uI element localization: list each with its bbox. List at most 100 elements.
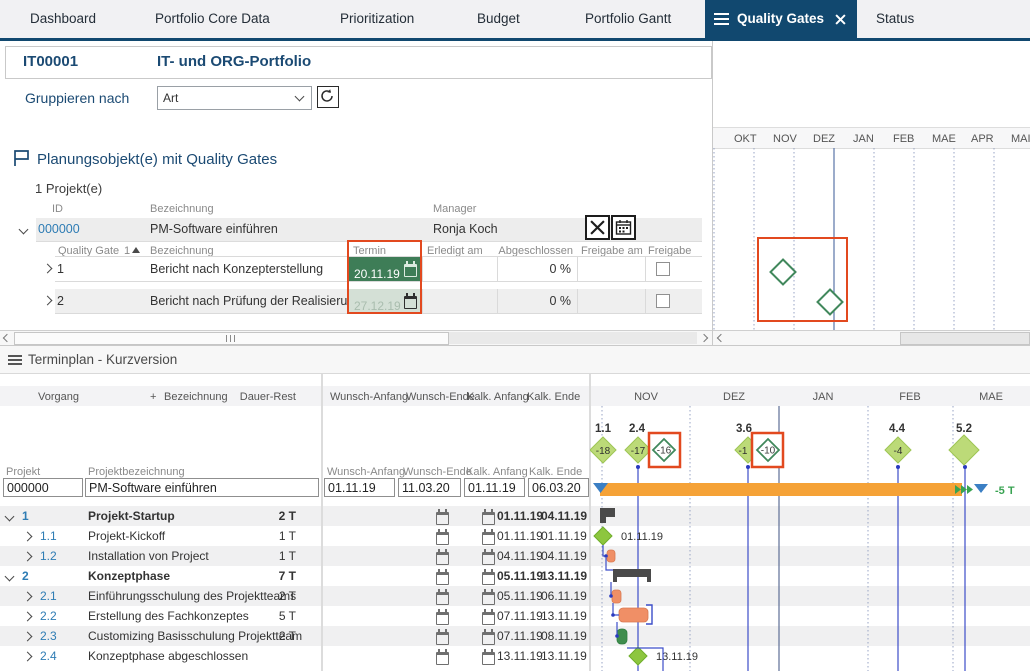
calendar-icon[interactable] (436, 529, 449, 545)
calendar-icon[interactable] (436, 569, 449, 585)
col-header-kalk-anfang[interactable]: Kalk. Anfang (467, 391, 529, 403)
task-row[interactable]: 1 Projekt-Startup 2 T 01.11.19 04.11.19 (0, 506, 588, 526)
task-row[interactable]: 2.1 Einführungsschulung des Projektteams… (0, 586, 588, 606)
scroll-left-icon[interactable] (716, 333, 726, 343)
kalk-ende-input[interactable] (528, 478, 589, 497)
wunsch-anfang-input[interactable] (324, 478, 395, 497)
scrollbar-track[interactable] (447, 332, 697, 344)
calendar-icon[interactable] (436, 589, 449, 605)
task-bar[interactable] (611, 589, 622, 604)
task-nr[interactable]: 2 (22, 566, 29, 586)
task-nr[interactable]: 2.2 (40, 606, 57, 626)
calendar-icon[interactable] (436, 609, 449, 625)
expand-icon[interactable] (22, 631, 33, 642)
task-nr[interactable]: 1.2 (40, 546, 57, 566)
menu-icon[interactable] (714, 13, 729, 25)
expand-icon[interactable] (42, 295, 53, 306)
task-row[interactable]: 2.4 Konzeptphase abgeschlossen 13.11.19 … (0, 646, 588, 666)
phase-summary-bar[interactable] (613, 569, 651, 582)
calendar-icon[interactable] (482, 589, 495, 605)
task-row[interactable]: 1.1 Projekt-Kickoff 1 T 01.11.19 01.11.1… (0, 526, 588, 546)
tab-portfolio-gantt[interactable]: Portfolio Gantt (585, 0, 671, 38)
calendar-icon[interactable] (436, 629, 449, 645)
calendar-icon[interactable] (482, 649, 495, 665)
menu-icon[interactable] (8, 355, 22, 365)
wunsch-ende-input[interactable] (398, 478, 461, 497)
gate-name: Bericht nach Konzepterstellung (150, 262, 324, 276)
task-bar[interactable] (606, 549, 616, 563)
task-nr[interactable]: 1 (22, 506, 29, 526)
scrollbar-thumb[interactable] (14, 332, 449, 345)
collapse-icon[interactable] (18, 224, 29, 235)
tab-budget[interactable]: Budget (477, 0, 520, 38)
task-bar[interactable] (618, 607, 649, 623)
scroll-left-icon[interactable] (2, 333, 12, 343)
tab-prioritization[interactable]: Prioritization (340, 0, 414, 38)
group-by-select[interactable]: Art (157, 86, 312, 110)
gate-highlight-box (757, 237, 848, 322)
phase-done-milestone-diamond[interactable] (628, 646, 648, 666)
task-kalk-anfang: 04.11.19 (497, 549, 543, 563)
calendar-icon[interactable] (436, 649, 449, 665)
delete-button[interactable] (585, 215, 610, 240)
task-nr[interactable]: 2.3 (40, 626, 57, 646)
freigabe-checkbox[interactable] (656, 294, 670, 308)
task-nr[interactable]: 2.1 (40, 586, 57, 606)
tab-quality-gates-active[interactable]: Quality Gates (705, 0, 857, 41)
calendar-icon[interactable] (482, 569, 495, 585)
task-row[interactable]: 1.2 Installation von Project 1 T 04.11.1… (0, 546, 588, 566)
freigabe-checkbox[interactable] (656, 262, 670, 276)
project-manager: Ronja Koch (433, 222, 498, 236)
project-name-input[interactable] (85, 478, 319, 497)
project-id-input[interactable] (3, 478, 83, 497)
project-summary-bar[interactable] (600, 483, 962, 496)
tab-status[interactable]: Status (876, 0, 914, 38)
refresh-button[interactable] (317, 86, 339, 108)
project-id[interactable]: 000000 (38, 218, 80, 241)
month-label: MAE (979, 391, 1003, 403)
calendar-icon[interactable] (482, 529, 495, 545)
scrollbar-thumb[interactable] (900, 332, 1030, 345)
expand-icon[interactable] (22, 531, 33, 542)
task-row[interactable]: 2.3 Customizing Basisschulung Projekttea… (0, 626, 588, 646)
task-nr[interactable]: 1.1 (40, 526, 57, 546)
col-header-bezeichnung[interactable]: Bezeichnung (164, 391, 228, 403)
expand-icon[interactable] (22, 551, 33, 562)
col-header-wunsch-anfang[interactable]: Wunsch-Anfang (330, 391, 408, 403)
kalk-anfang-input[interactable] (464, 478, 525, 497)
task-row[interactable]: 2 Konzeptphase 7 T 05.11.19 13.11.19 (0, 566, 588, 586)
task-row[interactable]: 2.2 Erstellung des Fachkonzeptes 5 T 07.… (0, 606, 588, 626)
task-kalk-ende: 06.11.19 (541, 589, 587, 603)
close-tab-icon[interactable] (835, 14, 846, 25)
calendar-button[interactable] (611, 215, 636, 240)
calendar-icon[interactable] (482, 629, 495, 645)
calendar-icon[interactable] (482, 609, 495, 625)
phase-start-flag[interactable] (600, 508, 615, 523)
col-header-manager: Manager (433, 203, 477, 215)
calendar-icon[interactable] (482, 509, 495, 525)
calendar-icon[interactable] (436, 509, 449, 525)
col-header-wunsch-ende[interactable]: Wunsch-Ende (406, 391, 475, 403)
tab-portfolio-core-data[interactable]: Portfolio Core Data (155, 0, 270, 38)
collapse-icon[interactable] (4, 571, 15, 582)
calendar-icon[interactable] (436, 549, 449, 565)
col-header-kalk-ende[interactable]: Kalk. Ende (527, 391, 580, 403)
phase-done-date-label: 13.11.19 (656, 651, 698, 663)
expand-icon[interactable] (22, 651, 33, 662)
expand-icon[interactable] (22, 591, 33, 602)
task-kalk-anfang: 01.11.19 (497, 529, 543, 543)
tab-dashboard[interactable]: Dashboard (30, 0, 96, 38)
expand-icon[interactable] (22, 611, 33, 622)
gantt-canvas: NOV DEZ JAN FEB MAE -5 T 01.11.19 13.11.… (590, 391, 1015, 671)
add-task-button[interactable]: + (150, 391, 156, 403)
flag-icon (14, 150, 29, 166)
collapse-icon[interactable] (4, 511, 15, 522)
col-header-dauer-rest[interactable]: Dauer-Rest (230, 391, 296, 403)
expand-icon[interactable] (42, 263, 53, 274)
calendar-icon[interactable] (482, 549, 495, 565)
kickoff-milestone-diamond[interactable] (593, 526, 613, 546)
task-nr[interactable]: 2.4 (40, 646, 57, 666)
col-header-vorgang[interactable]: Vorgang (38, 391, 79, 403)
scroll-right-icon[interactable] (699, 333, 709, 343)
task-duration: 1 T (278, 529, 296, 543)
